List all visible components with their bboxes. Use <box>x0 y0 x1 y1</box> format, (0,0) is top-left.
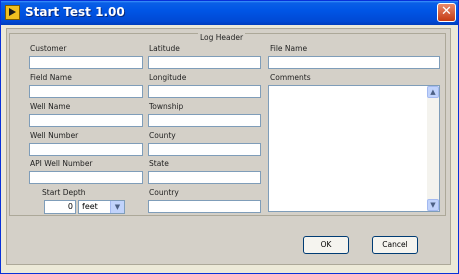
township-label: Township <box>149 102 184 111</box>
close-button[interactable]: ✕ <box>437 3 456 22</box>
township-input[interactable] <box>148 114 261 127</box>
customer-input[interactable] <box>29 56 143 69</box>
title-bar[interactable]: Start Test 1.00 ✕ <box>1 1 458 25</box>
log-header-title: Log Header <box>198 33 246 42</box>
depth-unit-select[interactable]: feet ▼ <box>78 200 125 214</box>
latitude-label: Latitude <box>149 44 180 53</box>
comments-label: Comments <box>270 73 311 82</box>
field-name-label: Field Name <box>30 73 72 82</box>
comments-scrollbar[interactable]: ▲ ▼ <box>427 86 439 211</box>
ok-button[interactable]: OK <box>303 236 349 254</box>
close-icon: ✕ <box>441 4 452 19</box>
chevron-down-icon[interactable]: ▼ <box>427 199 439 211</box>
field-name-input[interactable] <box>29 85 143 98</box>
app-icon <box>5 5 20 20</box>
county-input[interactable] <box>148 143 261 156</box>
longitude-input[interactable] <box>148 85 261 98</box>
file-name-label: File Name <box>270 44 308 53</box>
comments-textarea[interactable]: ▲ ▼ <box>268 85 440 212</box>
latitude-input[interactable] <box>148 56 261 69</box>
country-label: Country <box>149 188 179 197</box>
state-label: State <box>149 159 169 168</box>
api-well-number-input[interactable] <box>29 171 143 184</box>
county-label: County <box>149 131 176 140</box>
well-number-label: Well Number <box>30 131 79 140</box>
state-input[interactable] <box>148 171 261 184</box>
country-input[interactable] <box>148 200 261 213</box>
chevron-down-icon[interactable]: ▼ <box>110 201 124 213</box>
longitude-label: Longitude <box>149 73 187 82</box>
window-title: Start Test 1.00 <box>25 5 125 19</box>
well-name-input[interactable] <box>29 114 143 127</box>
chevron-up-icon[interactable]: ▲ <box>427 86 439 98</box>
cancel-button[interactable]: Cancel <box>372 236 418 254</box>
well-number-input[interactable] <box>29 143 143 156</box>
well-name-label: Well Name <box>30 102 71 111</box>
depth-unit-value: feet <box>82 202 98 211</box>
start-depth-input[interactable]: 0 <box>44 200 76 214</box>
file-name-input[interactable] <box>268 56 440 69</box>
customer-label: Customer <box>30 44 67 53</box>
start-depth-label: Start Depth <box>42 188 86 197</box>
api-well-number-label: API Well Number <box>30 159 93 168</box>
